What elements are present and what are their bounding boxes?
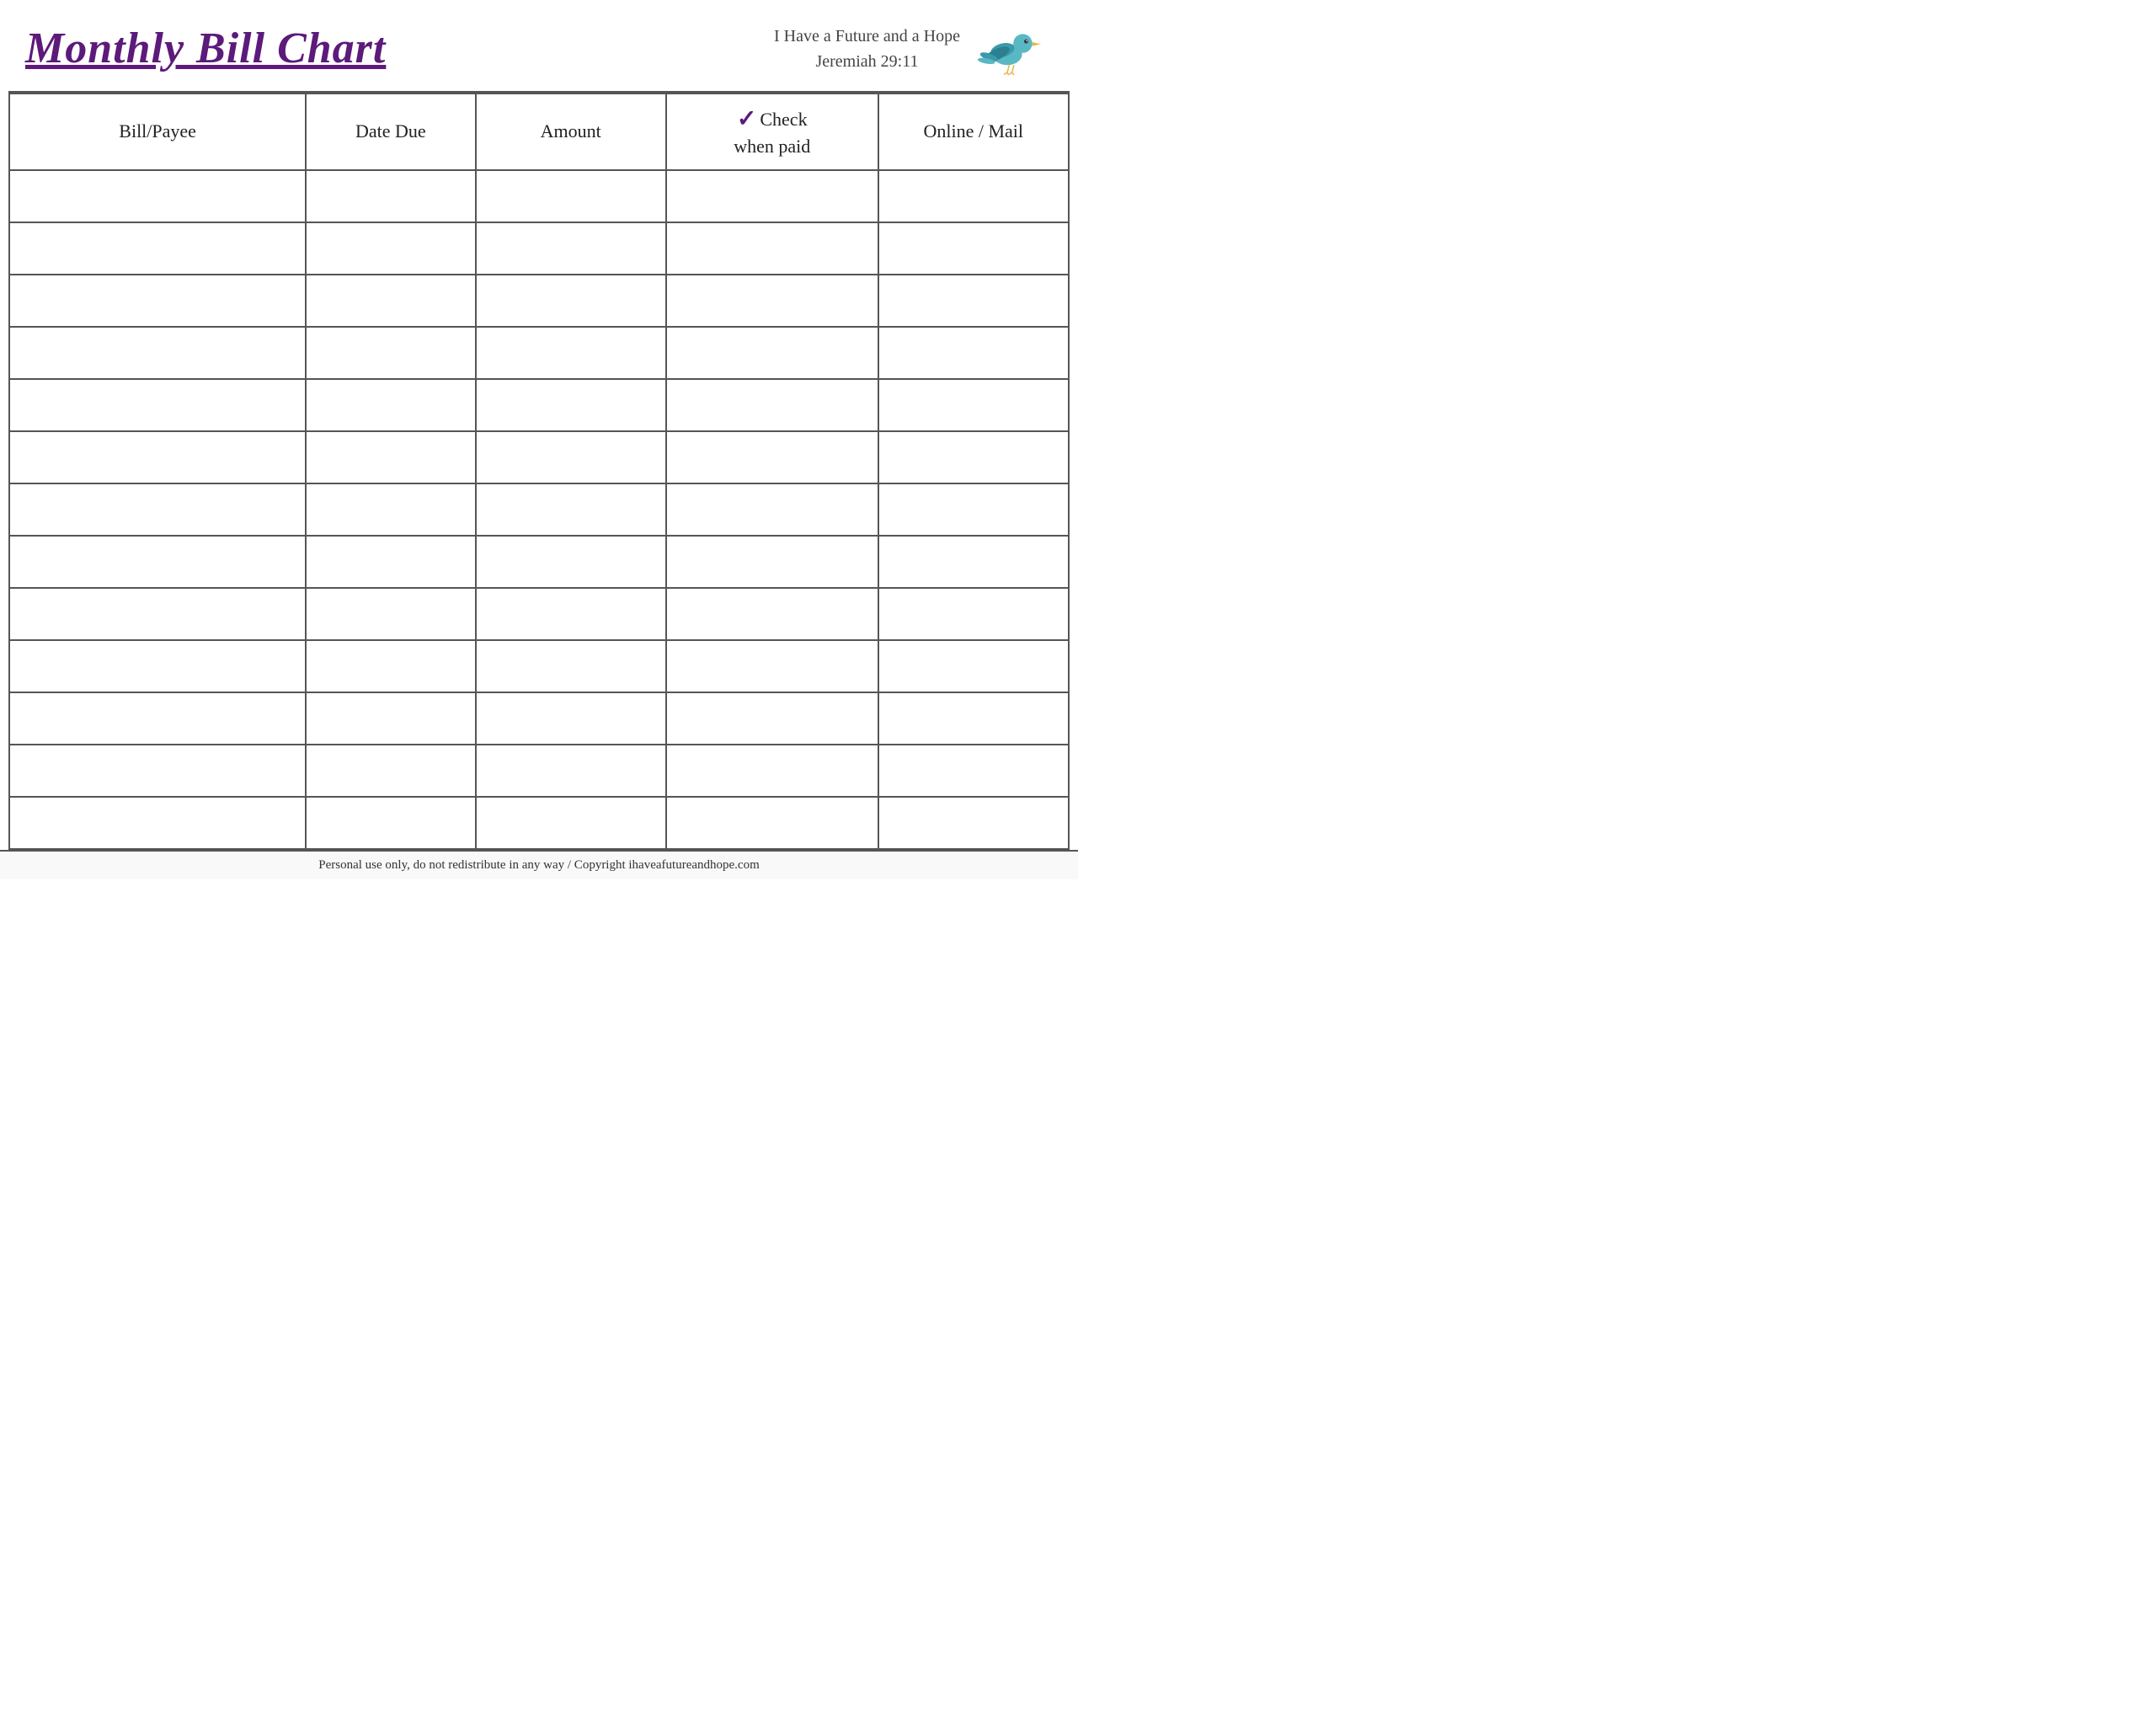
table-row (9, 275, 1069, 327)
table-cell (9, 745, 306, 797)
table-row (9, 640, 1069, 692)
table-cell (476, 536, 666, 588)
table-cell (476, 797, 666, 849)
table-cell (9, 640, 306, 692)
col-bill-payee: Bill/Payee (9, 93, 306, 170)
table-header-row: Bill/Payee Date Due Amount ✓ Check when … (9, 93, 1069, 170)
table-cell (878, 536, 1069, 588)
table-cell (666, 640, 878, 692)
table-cell (666, 745, 878, 797)
table-cell (306, 431, 475, 483)
table-cell (878, 745, 1069, 797)
table-cell (666, 275, 878, 327)
table-cell (306, 536, 475, 588)
table-row (9, 431, 1069, 483)
table-row (9, 745, 1069, 797)
table-cell (666, 797, 878, 849)
footer-text: Personal use only, do not redistribute i… (318, 858, 760, 872)
table-cell (306, 483, 475, 536)
table-cell (476, 379, 666, 431)
table-cell (306, 588, 475, 640)
table-cell (9, 379, 306, 431)
table-cell (9, 431, 306, 483)
table-cell (878, 379, 1069, 431)
table-cell (306, 379, 475, 431)
table-cell (878, 588, 1069, 640)
table-cell (476, 745, 666, 797)
table-cell (476, 170, 666, 222)
table-cell (306, 222, 475, 275)
table-cell (306, 797, 475, 849)
table-cell (666, 222, 878, 275)
table-row (9, 536, 1069, 588)
bill-chart-table: Bill/Payee Date Due Amount ✓ Check when … (8, 93, 1070, 850)
table-cell (476, 483, 666, 536)
table-cell (9, 327, 306, 379)
table-cell (9, 222, 306, 275)
table-cell (476, 275, 666, 327)
table-cell (306, 170, 475, 222)
table-cell (9, 588, 306, 640)
table-cell (476, 222, 666, 275)
table-cell (878, 692, 1069, 745)
table-cell (878, 327, 1069, 379)
table-cell (878, 483, 1069, 536)
table-cell (878, 640, 1069, 692)
table-cell (9, 692, 306, 745)
table-cell (878, 222, 1069, 275)
table-cell (9, 797, 306, 849)
bird-icon (969, 15, 1053, 83)
table-cell (9, 483, 306, 536)
table-cell (306, 275, 475, 327)
table-cell (306, 640, 475, 692)
table-cell (9, 536, 306, 588)
col-online-mail: Online / Mail (878, 93, 1069, 170)
table-row (9, 692, 1069, 745)
table-cell (878, 170, 1069, 222)
page-title: Monthly Bill Chart (25, 24, 386, 72)
table-wrapper: Bill/Payee Date Due Amount ✓ Check when … (0, 93, 1078, 850)
table-cell (666, 536, 878, 588)
footer: Personal use only, do not redistribute i… (0, 850, 1078, 879)
col-check-when-paid: ✓ Check when paid (666, 93, 878, 170)
table-cell (666, 431, 878, 483)
table-cell (666, 379, 878, 431)
table-row (9, 222, 1069, 275)
col-date-due: Date Due (306, 93, 475, 170)
table-row (9, 797, 1069, 849)
table-cell (666, 327, 878, 379)
table-cell (476, 588, 666, 640)
table-cell (306, 692, 475, 745)
table-cell (666, 483, 878, 536)
checkmark-icon: ✓ (737, 104, 756, 135)
table-cell (306, 745, 475, 797)
table-cell (666, 170, 878, 222)
header-right: I Have a Future and a Hope Jeremiah 29:1… (774, 15, 1053, 83)
table-row (9, 379, 1069, 431)
table-cell (666, 692, 878, 745)
col-amount: Amount (476, 93, 666, 170)
table-cell (666, 588, 878, 640)
table-row (9, 588, 1069, 640)
page-header: Monthly Bill Chart I Have a Future and a… (0, 0, 1078, 91)
table-cell (476, 431, 666, 483)
table-cell (476, 327, 666, 379)
scripture-text: I Have a Future and a Hope Jeremiah 29:1… (774, 24, 960, 74)
table-row (9, 170, 1069, 222)
table-cell (306, 327, 475, 379)
table-cell (476, 640, 666, 692)
table-cell (878, 431, 1069, 483)
table-row (9, 483, 1069, 536)
table-cell (878, 275, 1069, 327)
table-row (9, 327, 1069, 379)
table-cell (878, 797, 1069, 849)
table-cell (9, 275, 306, 327)
table-cell (9, 170, 306, 222)
table-cell (476, 692, 666, 745)
table-body (9, 170, 1069, 849)
